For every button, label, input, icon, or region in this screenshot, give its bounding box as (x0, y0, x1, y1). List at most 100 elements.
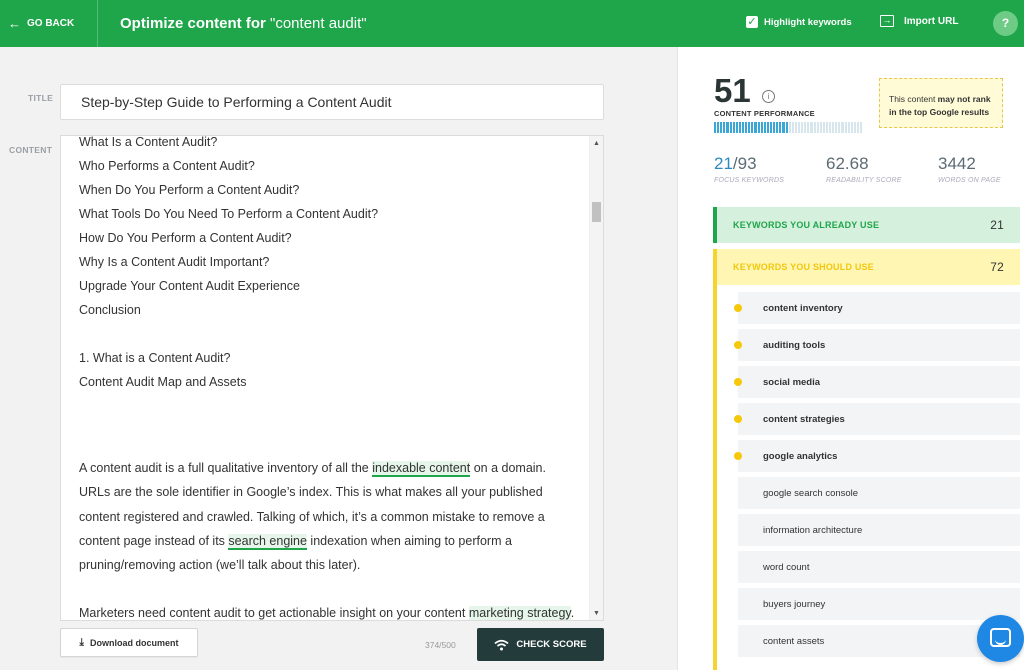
performance-segment (847, 122, 850, 133)
performance-segment (788, 122, 791, 133)
info-icon[interactable]: i (762, 90, 775, 103)
performance-segment (785, 122, 788, 133)
toc-item: Who Performs a Content Audit? (79, 159, 255, 173)
performance-segment (794, 122, 797, 133)
keyword-item[interactable]: social media (738, 366, 1020, 398)
missing-keyword-dot-icon (734, 304, 742, 312)
check-score-button[interactable]: CHECK SCORE (477, 628, 604, 661)
go-back-button[interactable]: ← GO BACK (0, 0, 98, 47)
score-panel: 51 i CONTENT PERFORMANCE This content ma… (677, 47, 1024, 670)
scrollbar-thumb[interactable] (592, 202, 601, 222)
top-bar: ← GO BACK Optimize content for "content … (0, 0, 1024, 47)
content-scrollbar[interactable]: ▲ ▼ (589, 136, 603, 620)
highlight-keywords-toggle[interactable]: ✓ Highlight keywords (746, 16, 852, 28)
stat-words-on-page: 3442 WORDS ON PAGE (938, 154, 1001, 184)
content-editor[interactable]: What Is a Content Audit? Who Performs a C… (60, 135, 604, 621)
table-of-contents: What Is a Content Audit? Who Performs a C… (79, 135, 579, 322)
performance-segment (804, 122, 807, 133)
toc-item: What Is a Content Audit? (79, 135, 218, 149)
check-counter: 374/500 (425, 640, 456, 650)
keyword-item[interactable]: auditing tools (738, 329, 1020, 361)
toc-item: How Do You Perform a Content Audit? (79, 231, 292, 245)
performance-segment (714, 122, 717, 133)
page-title: Optimize content for "content audit" (120, 15, 367, 32)
title-label: TITLE (28, 93, 54, 103)
stat-readability-score: 62.68 READABILITY SCORE (826, 154, 902, 184)
download-document-button[interactable]: ⤓ Download document (60, 628, 198, 657)
toc-item: What Tools Do You Need To Perform a Cont… (79, 207, 379, 221)
toc-item: Why Is a Content Audit Important? (79, 255, 270, 269)
performance-segment (813, 122, 816, 133)
performance-segment (838, 122, 841, 133)
help-button[interactable]: ? (993, 11, 1018, 36)
content-text[interactable]: What Is a Content Audit? Who Performs a C… (79, 135, 579, 621)
performance-segment (819, 122, 822, 133)
performance-segment (738, 122, 741, 133)
already-use-count: 21 (990, 218, 1004, 232)
scroll-up-icon[interactable]: ▲ (590, 138, 603, 150)
performance-segment (860, 122, 863, 133)
missing-keyword-dot-icon (734, 452, 742, 460)
scroll-down-icon[interactable]: ▼ (590, 608, 603, 620)
performance-segment (754, 122, 757, 133)
keyword-item[interactable]: content inventory (738, 292, 1020, 324)
arrow-left-icon: ← (8, 16, 21, 31)
performance-segment (841, 122, 844, 133)
paragraph: Marketers need content audit to get acti… (79, 606, 575, 621)
target-query: "content audit" (270, 15, 367, 32)
keyword-highlight: search engine (228, 533, 307, 550)
keyword-item[interactable]: google analytics (738, 440, 1020, 472)
performance-segment (741, 122, 745, 133)
import-url-button[interactable]: → Import URL (880, 15, 958, 27)
keywords-already-use-section[interactable]: KEYWORDS YOU ALREADY USE 21 (713, 207, 1020, 243)
performance-segment (797, 122, 801, 133)
keyword-item[interactable]: content strategies (738, 403, 1020, 435)
performance-segment (745, 122, 748, 133)
performance-segment (810, 122, 813, 133)
missing-keyword-dot-icon (734, 378, 742, 386)
performance-segment (766, 122, 769, 133)
download-icon: ⤓ (79, 637, 84, 648)
keyword-item[interactable]: buyers journey (738, 588, 1020, 620)
performance-segment (779, 122, 782, 133)
title-input[interactable]: Step-by-Step Guide to Performing a Conte… (60, 84, 604, 120)
performance-segment (751, 122, 754, 133)
missing-keyword-dot-icon (734, 415, 742, 423)
performance-segment (832, 122, 835, 133)
performance-segment (776, 122, 779, 133)
keyword-item[interactable]: google search console (738, 477, 1020, 509)
section-subheading: Content Audit Map and Assets (79, 375, 247, 389)
check-score-label: CHECK SCORE (516, 639, 587, 650)
toc-item: Conclusion (79, 303, 141, 317)
performance-segment (717, 122, 720, 133)
performance-segment (807, 122, 810, 133)
performance-segment (822, 122, 825, 133)
stat-focus-keywords: 21/93 FOCUS KEYWORDS (714, 154, 785, 184)
paragraph: A content audit is a full qualitative in… (79, 461, 546, 573)
content-label: CONTENT (9, 145, 53, 155)
performance-segment (748, 122, 751, 133)
highlight-keywords-label: Highlight keywords (764, 16, 852, 28)
performance-segment (723, 122, 726, 133)
performance-segment (853, 122, 857, 133)
performance-segment (732, 122, 735, 133)
keyword-item[interactable]: information architecture (738, 514, 1020, 546)
performance-segment (720, 122, 723, 133)
missing-keyword-dot-icon (734, 341, 742, 349)
performance-segment (829, 122, 832, 133)
go-back-label: GO BACK (27, 18, 75, 29)
section-accent-line (713, 285, 717, 670)
toc-item: When Do You Perform a Content Audit? (79, 183, 300, 197)
checkbox-checked-icon[interactable]: ✓ (746, 16, 758, 28)
performance-segment (735, 122, 738, 133)
chat-icon (990, 628, 1011, 647)
performance-segment (835, 122, 838, 133)
keyword-item[interactable]: word count (738, 551, 1020, 583)
ranking-tooltip: This content may not rank in the top Goo… (879, 78, 1003, 128)
keywords-should-use-section[interactable]: KEYWORDS YOU SHOULD USE 72 (713, 249, 1020, 285)
toc-item: Upgrade Your Content Audit Experience (79, 279, 300, 293)
performance-segment (773, 122, 776, 133)
chat-launcher-button[interactable] (977, 615, 1024, 662)
performance-segment (763, 122, 766, 133)
performance-segment (850, 122, 853, 133)
